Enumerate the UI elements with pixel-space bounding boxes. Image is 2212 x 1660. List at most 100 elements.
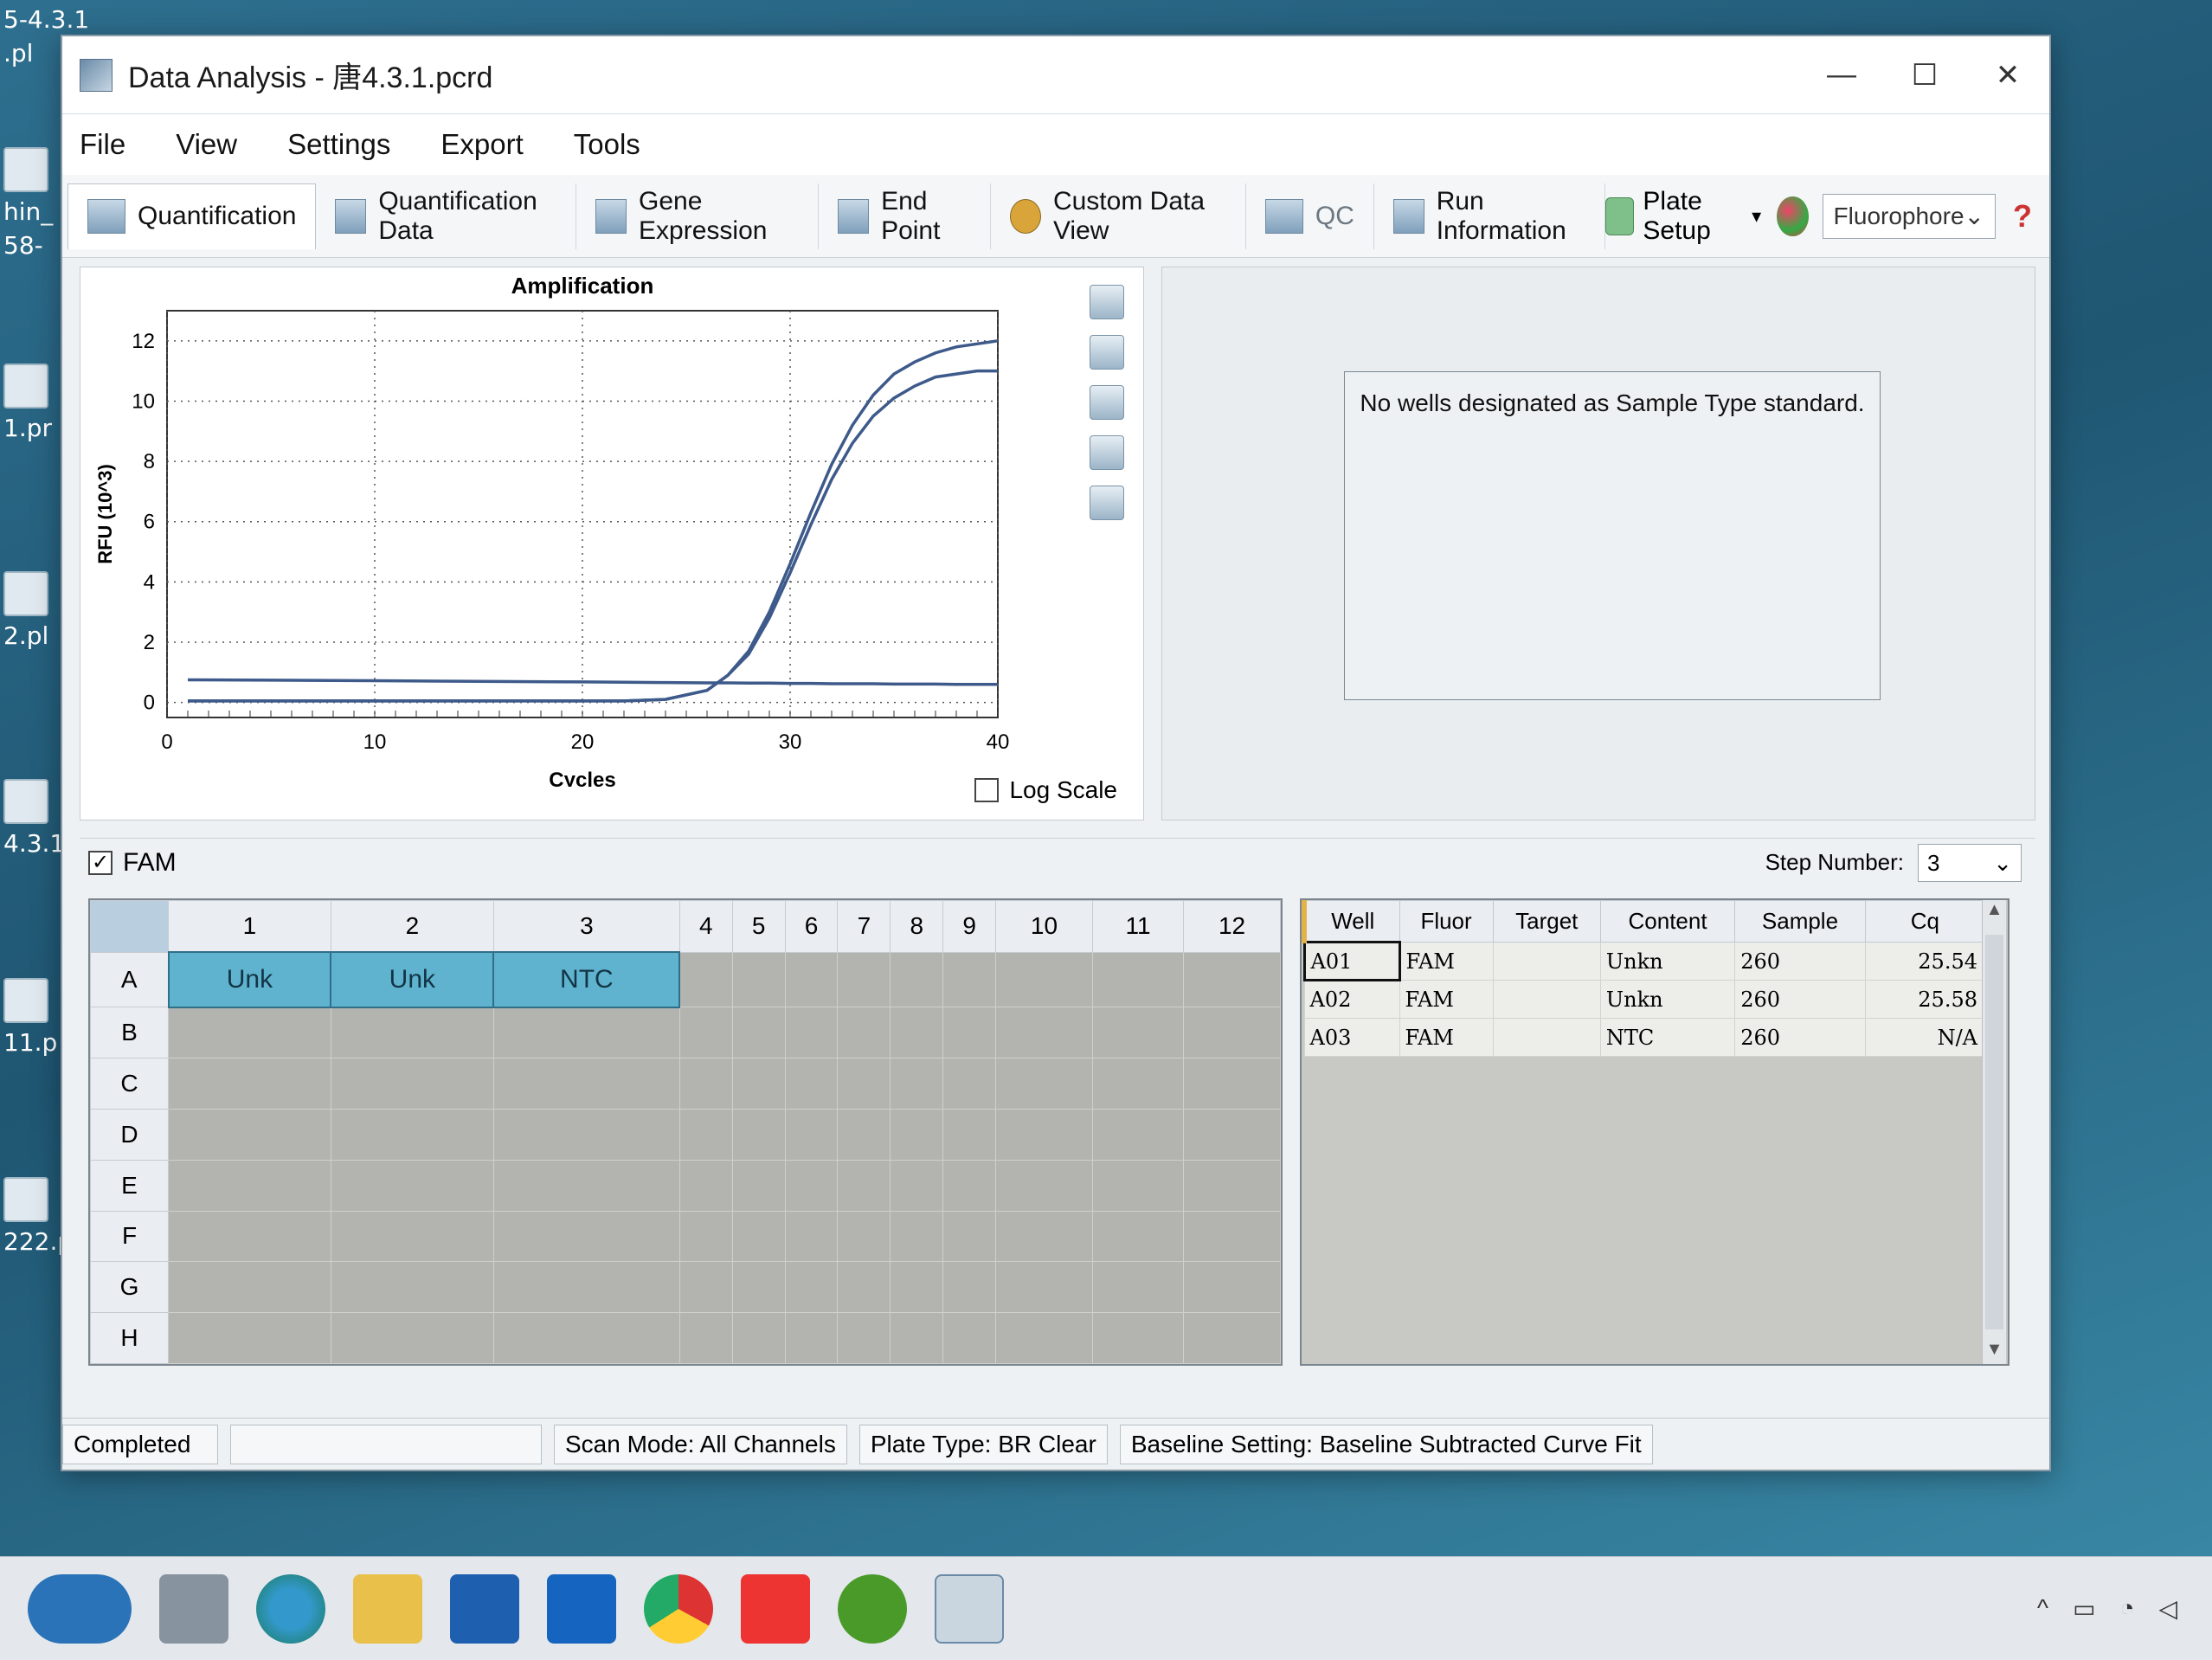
plate-well[interactable] bbox=[731, 1261, 786, 1314]
plate-well[interactable] bbox=[890, 1007, 944, 1059]
plate-well[interactable] bbox=[784, 1058, 839, 1110]
plate-well[interactable] bbox=[1183, 951, 1281, 1008]
plate-well[interactable] bbox=[1183, 1007, 1281, 1059]
network-icon[interactable]: ◔ bbox=[2120, 1594, 2135, 1623]
plate-well[interactable] bbox=[890, 1159, 944, 1212]
plate-column-header[interactable]: 2 bbox=[330, 900, 494, 953]
cell-well[interactable]: A03 bbox=[1303, 1018, 1400, 1057]
volume-icon[interactable]: ◁ bbox=[2158, 1594, 2177, 1623]
plate-well[interactable] bbox=[1183, 1058, 1281, 1110]
plate-well[interactable] bbox=[678, 1312, 733, 1364]
plate-well[interactable] bbox=[492, 1312, 680, 1364]
scrollbar-thumb[interactable] bbox=[1985, 935, 2003, 1329]
plate-well[interactable] bbox=[837, 1210, 891, 1263]
plate-well[interactable] bbox=[1091, 1058, 1185, 1110]
plate-well[interactable] bbox=[890, 1109, 944, 1161]
plate-well[interactable] bbox=[678, 1109, 733, 1161]
plate-well[interactable] bbox=[492, 1058, 680, 1110]
plate-column-header[interactable]: 12 bbox=[1183, 900, 1281, 953]
plate-well[interactable] bbox=[784, 1210, 839, 1263]
fam-checkbox[interactable]: ✓ bbox=[88, 850, 113, 875]
menu-export[interactable]: Export bbox=[440, 128, 523, 161]
close-button[interactable]: ✕ bbox=[1966, 58, 2049, 93]
edge-icon[interactable] bbox=[256, 1573, 325, 1644]
plate-column-header[interactable]: 4 bbox=[678, 900, 733, 953]
plate-well[interactable] bbox=[942, 1210, 997, 1263]
tab-quantification[interactable]: Quantification bbox=[68, 183, 317, 249]
plate-well[interactable] bbox=[678, 1058, 733, 1110]
plate-well[interactable] bbox=[678, 1007, 733, 1059]
tab-qc[interactable]: QC bbox=[1246, 183, 1374, 249]
plate-well[interactable] bbox=[330, 1261, 494, 1314]
plate-well[interactable] bbox=[890, 951, 944, 1008]
scroll-up-icon[interactable]: ▲ bbox=[1983, 900, 2006, 924]
plate-well[interactable] bbox=[837, 1109, 891, 1161]
plate-well[interactable] bbox=[942, 1007, 997, 1059]
plate-column-header[interactable]: 6 bbox=[784, 900, 839, 953]
plate-well[interactable] bbox=[942, 1109, 997, 1161]
plate-well[interactable] bbox=[890, 1210, 944, 1263]
plate-well[interactable] bbox=[995, 1159, 1093, 1212]
plate-well[interactable] bbox=[837, 1058, 891, 1110]
plate-column-header[interactable]: 10 bbox=[995, 900, 1093, 953]
column-header-well[interactable]: Well bbox=[1302, 900, 1400, 943]
help-icon[interactable]: ? bbox=[2013, 198, 2032, 235]
maximize-button[interactable]: ☐ bbox=[1883, 58, 1966, 93]
plate-column-header[interactable]: 9 bbox=[942, 900, 997, 953]
desktop-icon[interactable]: 4.3.1 bbox=[3, 779, 65, 858]
plate-row-header[interactable]: B bbox=[90, 1007, 169, 1059]
plate-well[interactable] bbox=[784, 1007, 839, 1059]
plate-well[interactable] bbox=[837, 1007, 891, 1059]
step-number-select[interactable]: 3 ⌄ bbox=[1918, 843, 2022, 882]
plate-well[interactable] bbox=[784, 951, 839, 1008]
table-row[interactable]: A03 FAM NTC 260 N/A bbox=[1303, 1018, 1986, 1057]
amplification-chart[interactable]: Amplification 0 10 20 30 40 0 2 4 6 8 10 12 Cycles RFU… bbox=[80, 267, 1067, 787]
plate-well[interactable] bbox=[168, 1312, 331, 1364]
plate-well[interactable] bbox=[942, 1312, 997, 1364]
task-view-icon[interactable] bbox=[159, 1573, 228, 1644]
log-scale-toggle[interactable]: Log Scale bbox=[974, 776, 1117, 804]
plate-well[interactable] bbox=[330, 1159, 494, 1212]
plate-well[interactable] bbox=[995, 1312, 1093, 1364]
plate-well[interactable] bbox=[168, 1058, 331, 1110]
vertical-scrollbar[interactable]: ▲ ▼ bbox=[1982, 900, 2006, 1364]
plate-well[interactable] bbox=[678, 1210, 733, 1263]
plate-well[interactable] bbox=[678, 1261, 733, 1314]
plate-well[interactable] bbox=[492, 1007, 680, 1059]
column-header-cq[interactable]: Cq bbox=[1864, 900, 1986, 943]
column-header-target[interactable]: Target bbox=[1492, 900, 1601, 943]
plate-well[interactable] bbox=[330, 1058, 494, 1110]
wps-icon[interactable] bbox=[741, 1573, 810, 1644]
plate-well[interactable]: Unk bbox=[167, 951, 332, 1008]
minimize-button[interactable]: — bbox=[1800, 58, 1883, 93]
tab-run-information[interactable]: Run Information bbox=[1374, 183, 1605, 249]
plate-well[interactable] bbox=[731, 1058, 786, 1110]
plate-well[interactable] bbox=[837, 1261, 891, 1314]
plate-well[interactable] bbox=[168, 1261, 331, 1314]
plate-well[interactable] bbox=[330, 1210, 494, 1263]
plate-well[interactable] bbox=[1183, 1109, 1281, 1161]
plate-well[interactable] bbox=[731, 951, 786, 1008]
plate-well[interactable] bbox=[330, 1007, 494, 1059]
plate-well[interactable] bbox=[1091, 1109, 1185, 1161]
cfx-app-icon[interactable] bbox=[935, 1573, 1004, 1644]
battery-icon[interactable]: ▭ bbox=[2073, 1594, 2095, 1623]
plate-row-header[interactable]: H bbox=[90, 1312, 169, 1364]
plate-well[interactable] bbox=[492, 1159, 680, 1212]
fluorophore-icon[interactable] bbox=[1777, 196, 1809, 236]
plate-well[interactable] bbox=[890, 1261, 944, 1314]
plate-row-header[interactable]: D bbox=[90, 1109, 169, 1161]
plate-well[interactable] bbox=[837, 1159, 891, 1212]
copy-icon[interactable] bbox=[1090, 285, 1124, 319]
plate-well[interactable] bbox=[890, 1312, 944, 1364]
desktop-icon[interactable]: 5-4.3.1 .pl bbox=[3, 0, 89, 68]
desktop-icon[interactable]: 222.p bbox=[3, 1177, 73, 1256]
log-scale-checkbox[interactable] bbox=[974, 778, 1000, 802]
tab-gene-expression[interactable]: Gene Expression bbox=[576, 183, 820, 249]
plate-well[interactable] bbox=[168, 1109, 331, 1161]
plate-row-header[interactable]: F bbox=[90, 1210, 169, 1263]
scroll-down-icon[interactable]: ▼ bbox=[1983, 1340, 2006, 1364]
plate-well[interactable] bbox=[890, 1058, 944, 1110]
plate-well[interactable] bbox=[1183, 1261, 1281, 1314]
folder-icon[interactable] bbox=[353, 1573, 422, 1644]
